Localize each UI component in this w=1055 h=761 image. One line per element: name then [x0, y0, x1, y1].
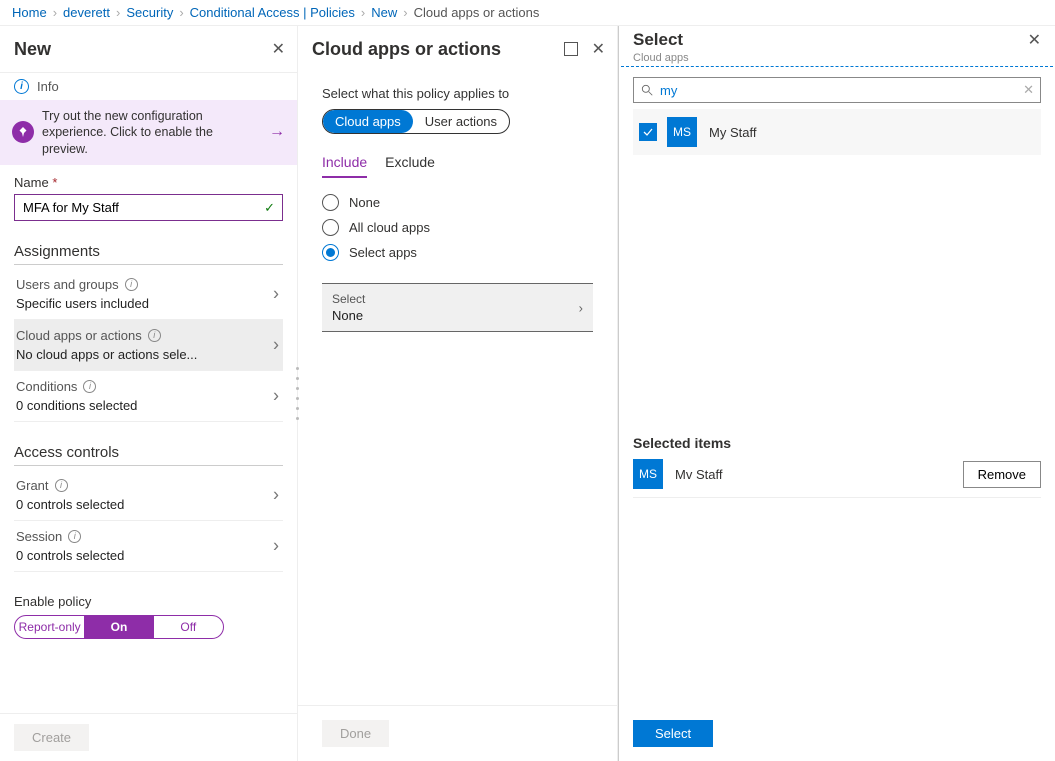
panel-subtitle: Cloud apps [619, 52, 1055, 66]
assignment-cloud-apps[interactable]: Cloud apps or actionsi No cloud apps or … [14, 320, 283, 371]
close-icon[interactable]: ✕ [592, 39, 605, 59]
panel-title: Cloud apps or actions [312, 39, 501, 60]
create-button[interactable]: Create [14, 724, 89, 751]
breadcrumb-home[interactable]: Home [10, 5, 49, 20]
search-box[interactable]: ✕ [633, 77, 1041, 103]
breadcrumb-current: Cloud apps or actions [412, 5, 542, 20]
select-button[interactable]: Select [633, 720, 713, 747]
policy-name-input[interactable] [14, 194, 283, 221]
clear-icon[interactable]: ✕ [1023, 82, 1034, 98]
chevron-right-icon: › [112, 5, 124, 20]
pill-user-actions[interactable]: User actions [413, 110, 509, 133]
apps-actions-toggle[interactable]: Cloud apps User actions [322, 109, 510, 134]
search-result-row[interactable]: MS My Staff [633, 109, 1041, 155]
info-icon: i [125, 278, 138, 291]
assignment-users-groups[interactable]: Users and groupsi Specific users include… [14, 269, 283, 320]
breadcrumb-item[interactable]: Security [124, 5, 175, 20]
access-session[interactable]: Sessioni 0 controls selected › [14, 521, 283, 572]
breadcrumb-item[interactable]: deverett [61, 5, 112, 20]
panel-title: Select [633, 30, 683, 50]
toggle-on[interactable]: On [84, 616, 153, 638]
policy-applies-label: Select what this policy applies to [322, 86, 593, 101]
info-icon: i [55, 479, 68, 492]
app-tile-icon: MS [633, 459, 663, 489]
name-label: Name * [14, 175, 283, 190]
close-icon[interactable]: ✕ [1028, 30, 1041, 50]
access-grant[interactable]: Granti 0 controls selected › [14, 470, 283, 521]
info-icon: i [148, 329, 161, 342]
remove-button[interactable]: Remove [963, 461, 1041, 488]
toggle-report-only[interactable]: Report-only [15, 616, 84, 638]
info-icon: i [83, 380, 96, 393]
enable-policy-toggle[interactable]: Report-only On Off [14, 615, 224, 639]
breadcrumb: Home› deverett› Security› Conditional Ac… [0, 0, 1055, 26]
access-controls-heading: Access controls [14, 444, 283, 466]
tab-exclude[interactable]: Exclude [385, 154, 435, 178]
radio-all-cloud-apps[interactable]: All cloud apps [322, 219, 593, 236]
checkmark-icon: ✓ [264, 200, 275, 216]
resize-handle-icon[interactable] [294, 364, 301, 424]
toggle-off[interactable]: Off [154, 616, 223, 638]
radio-select-apps[interactable]: Select apps [322, 244, 593, 261]
app-tile-icon: MS [667, 117, 697, 147]
panel-cloud-apps: Cloud apps or actions ✕ Select what this… [298, 26, 618, 761]
selected-item-row: MS Mv Staff Remove [633, 451, 1041, 498]
app-name: My Staff [709, 125, 756, 140]
chevron-right-icon: › [273, 334, 279, 355]
close-icon[interactable]: ✕ [272, 39, 285, 59]
rocket-icon [12, 121, 34, 143]
breadcrumb-item[interactable]: Conditional Access | Policies [188, 5, 357, 20]
include-exclude-tabs: Include Exclude [322, 154, 593, 178]
panel-select: Select ✕ Cloud apps ✕ MS My Staff Select… [618, 26, 1055, 761]
chevron-right-icon: › [273, 535, 279, 556]
info-icon: i [14, 79, 29, 94]
panel-title: New [14, 39, 51, 60]
info-icon: i [68, 530, 81, 543]
search-icon [640, 83, 654, 97]
app-name: Mv Staff [675, 467, 722, 482]
promo-text: Try out the new configuration experience… [42, 108, 261, 157]
selected-items-heading: Selected items [633, 435, 1041, 451]
promo-banner[interactable]: Try out the new configuration experience… [0, 100, 297, 165]
chevron-right-icon: › [273, 385, 279, 406]
assignments-heading: Assignments [14, 243, 283, 265]
enable-policy-label: Enable policy [14, 594, 283, 609]
chevron-right-icon: › [273, 484, 279, 505]
tab-include[interactable]: Include [322, 154, 367, 178]
breadcrumb-item[interactable]: New [369, 5, 399, 20]
info-bar[interactable]: i Info [0, 72, 297, 100]
info-label: Info [37, 79, 59, 94]
chevron-right-icon: › [175, 5, 187, 20]
chevron-right-icon: › [49, 5, 61, 20]
chevron-right-icon: › [579, 300, 583, 315]
maximize-icon[interactable] [564, 42, 578, 56]
arrow-right-icon: → [261, 123, 285, 141]
assignment-conditions[interactable]: Conditionsi 0 conditions selected › [14, 371, 283, 422]
radio-none[interactable]: None [322, 194, 593, 211]
chevron-right-icon: › [273, 283, 279, 304]
checkbox-checked[interactable] [639, 123, 657, 141]
chevron-right-icon: › [357, 5, 369, 20]
divider [621, 66, 1053, 67]
done-button[interactable]: Done [322, 720, 389, 747]
select-apps-picker[interactable]: Select None › [322, 283, 593, 332]
pill-cloud-apps[interactable]: Cloud apps [323, 110, 413, 133]
chevron-right-icon: › [399, 5, 411, 20]
search-input[interactable] [660, 83, 1023, 98]
panel-new: New ✕ i Info Try out the new configurati… [0, 26, 298, 761]
